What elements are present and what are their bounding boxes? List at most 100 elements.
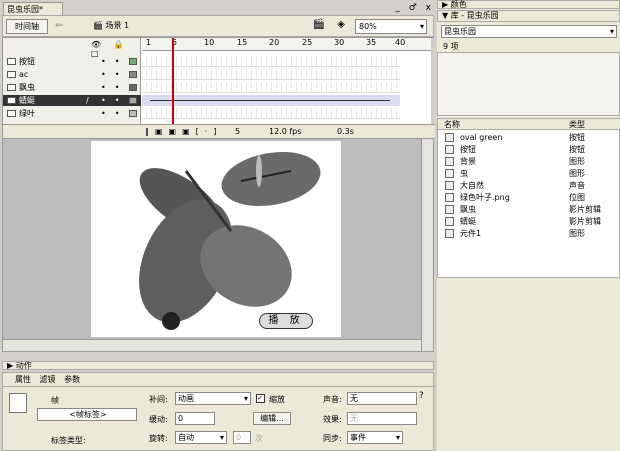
playhead[interactable] — [172, 38, 174, 124]
frame-row[interactable] — [142, 82, 400, 93]
zoom-value: 80% — [359, 22, 377, 31]
stage[interactable]: 播 放 — [91, 141, 341, 337]
item-type: 声音 — [569, 181, 585, 190]
item-type: 按钮 — [569, 133, 585, 142]
onion-skin-icons[interactable]: ‖▣▣▣[·] — [145, 127, 222, 136]
library-item[interactable]: 按钮 按钮 — [438, 144, 620, 155]
tab-filters[interactable]: 滤镜 — [40, 375, 56, 384]
rotate-times-input[interactable]: 0 — [233, 431, 251, 444]
back-arrow-icon[interactable]: ⇐ — [55, 20, 63, 31]
ease-input[interactable]: 0 — [175, 412, 215, 425]
item-name: 飘虫 — [460, 205, 476, 214]
layer-visibility[interactable]: •• — [101, 108, 128, 119]
current-frame: 5 — [235, 127, 241, 136]
properties-panel: 属性 滤镜 参数 帧 <帧标签> 标签类型: 补间: 动画 ▾ ✓ 缩放 缓动: … — [2, 372, 435, 451]
frame-name-input[interactable]: <帧标签> — [37, 408, 137, 421]
ruler-tick: 30 — [334, 38, 345, 47]
layer-color-swatch[interactable] — [129, 97, 137, 104]
layer-visibility[interactable]: •• — [101, 82, 128, 93]
tab-properties[interactable]: 属性 — [15, 375, 31, 384]
ruler-tick: 40 — [395, 38, 406, 47]
pencil-icon: / — [86, 96, 89, 105]
sync-value: 事件 — [350, 433, 366, 442]
layer-visibility[interactable]: •• — [101, 56, 128, 67]
item-type: 影片剪辑 — [569, 205, 601, 214]
stage-hscroll[interactable] — [3, 339, 421, 351]
ruler-tick: 15 — [237, 38, 248, 47]
leaf-artwork — [139, 151, 321, 330]
tween-select[interactable]: 动画 ▾ — [175, 392, 251, 405]
library-item-count: 9 项 — [443, 42, 459, 51]
layer-color-swatch[interactable] — [129, 110, 137, 117]
color-panel-bar[interactable]: ▶ 颜色 — [437, 0, 620, 9]
library-item[interactable]: 蜻蜓 影片剪辑 — [438, 216, 620, 227]
frame-row-tween[interactable] — [142, 95, 400, 106]
graphic-symbol-icon — [445, 169, 454, 178]
edit-button[interactable]: 编辑... — [253, 412, 291, 425]
ladybug — [162, 312, 180, 330]
library-item[interactable]: oval green 按钮 — [438, 132, 620, 143]
frame-label: 帧 — [51, 396, 59, 405]
effect-select[interactable]: 无 — [347, 412, 417, 425]
label-type-label: 标签类型: — [51, 436, 86, 445]
library-item[interactable]: 绿色叶子.png 位图 — [438, 192, 620, 203]
layer-color-swatch[interactable] — [129, 58, 137, 65]
sound-select[interactable]: 无 — [347, 392, 417, 405]
layer-row[interactable]: 飘虫 •• — [3, 82, 141, 93]
frame-row[interactable] — [142, 69, 400, 80]
library-panel-title[interactable]: ▼ 库 - 昆虫乐园 — [437, 10, 620, 22]
timeline-toggle-button[interactable]: 时间轴 — [6, 19, 48, 34]
layer-visibility[interactable]: •• — [101, 69, 128, 80]
col-name-header[interactable]: 名称 — [444, 119, 460, 130]
button-symbol-icon — [445, 145, 454, 154]
chevron-down-icon: ▾ — [219, 433, 224, 442]
timeline-vscroll[interactable] — [431, 38, 434, 124]
window-controls[interactable]: _ ♂ x — [395, 3, 434, 13]
layer-row[interactable]: ac •• — [3, 69, 141, 80]
layer-color-swatch[interactable] — [129, 71, 137, 78]
library-item[interactable]: 飘虫 影片剪辑 — [438, 204, 620, 215]
stage-vscroll[interactable] — [421, 139, 433, 351]
edit-scene-icon[interactable]: 🎬 — [313, 19, 325, 30]
help-icon[interactable]: ? — [419, 391, 424, 401]
item-type: 影片剪辑 — [569, 217, 601, 226]
clapper-icon: 🎬 — [93, 21, 106, 30]
right-panel: ▶ 颜色 ▼ 库 - 昆虫乐园 昆虫乐园 ▾ 9 项 名称 类型 oval gree… — [437, 0, 620, 451]
layer-row[interactable]: 按钮 •• — [3, 56, 141, 67]
tab-parameters[interactable]: 参数 — [64, 375, 80, 384]
library-doc-select[interactable]: 昆虫乐园 ▾ — [441, 25, 617, 38]
ease-label: 缓动: — [149, 415, 168, 424]
bitmap-icon — [445, 193, 454, 202]
actions-panel-bar[interactable]: ▶ 动作 — [2, 361, 434, 370]
library-item[interactable]: 背景 图形 — [438, 156, 620, 167]
layer-icon — [7, 58, 16, 65]
sound-value: 无 — [350, 394, 358, 403]
scale-checkbox[interactable]: ✓ — [256, 394, 265, 403]
rotate-select[interactable]: 自动 ▾ — [175, 431, 227, 444]
sync-select[interactable]: 事件 ▾ — [347, 431, 403, 444]
play-button[interactable]: 播 放 — [259, 313, 313, 329]
sync-label: 同步: — [323, 434, 342, 443]
rotate-label: 旋转: — [149, 434, 168, 443]
document-tab[interactable]: 昆虫乐园* — [3, 2, 63, 15]
library-item[interactable]: 元件1 图形 — [438, 228, 620, 239]
item-name: 绿色叶子.png — [460, 193, 510, 202]
movieclip-icon — [445, 205, 454, 214]
layer-color-swatch[interactable] — [129, 84, 137, 91]
library-item[interactable]: 大自然 声音 — [438, 180, 620, 191]
col-type-header[interactable]: 类型 — [569, 119, 585, 130]
zoom-select[interactable]: 80% ▾ — [355, 19, 427, 34]
leaf — [221, 151, 321, 207]
layer-visibility[interactable]: •• — [101, 95, 128, 106]
library-item[interactable]: 虫 图形 — [438, 168, 620, 179]
effect-label: 效果: — [323, 415, 342, 424]
layer-row[interactable]: 绿叶 •• — [3, 108, 141, 119]
edit-bar: 时间轴 ⇐ 🎬 场景 1 🎬 ◈ 80% ▾ — [2, 15, 434, 37]
edit-symbol-icon[interactable]: ◈ — [337, 19, 345, 30]
frame-row[interactable] — [142, 108, 400, 119]
layer-name: 蜻蜓 — [19, 96, 35, 105]
ruler-tick: 25 — [302, 38, 313, 47]
layer-row-selected[interactable]: 蜻蜓 / •• — [3, 95, 141, 106]
properties-tabs: 属性 滤镜 参数 — [3, 373, 435, 387]
frame-row[interactable] — [142, 56, 400, 67]
